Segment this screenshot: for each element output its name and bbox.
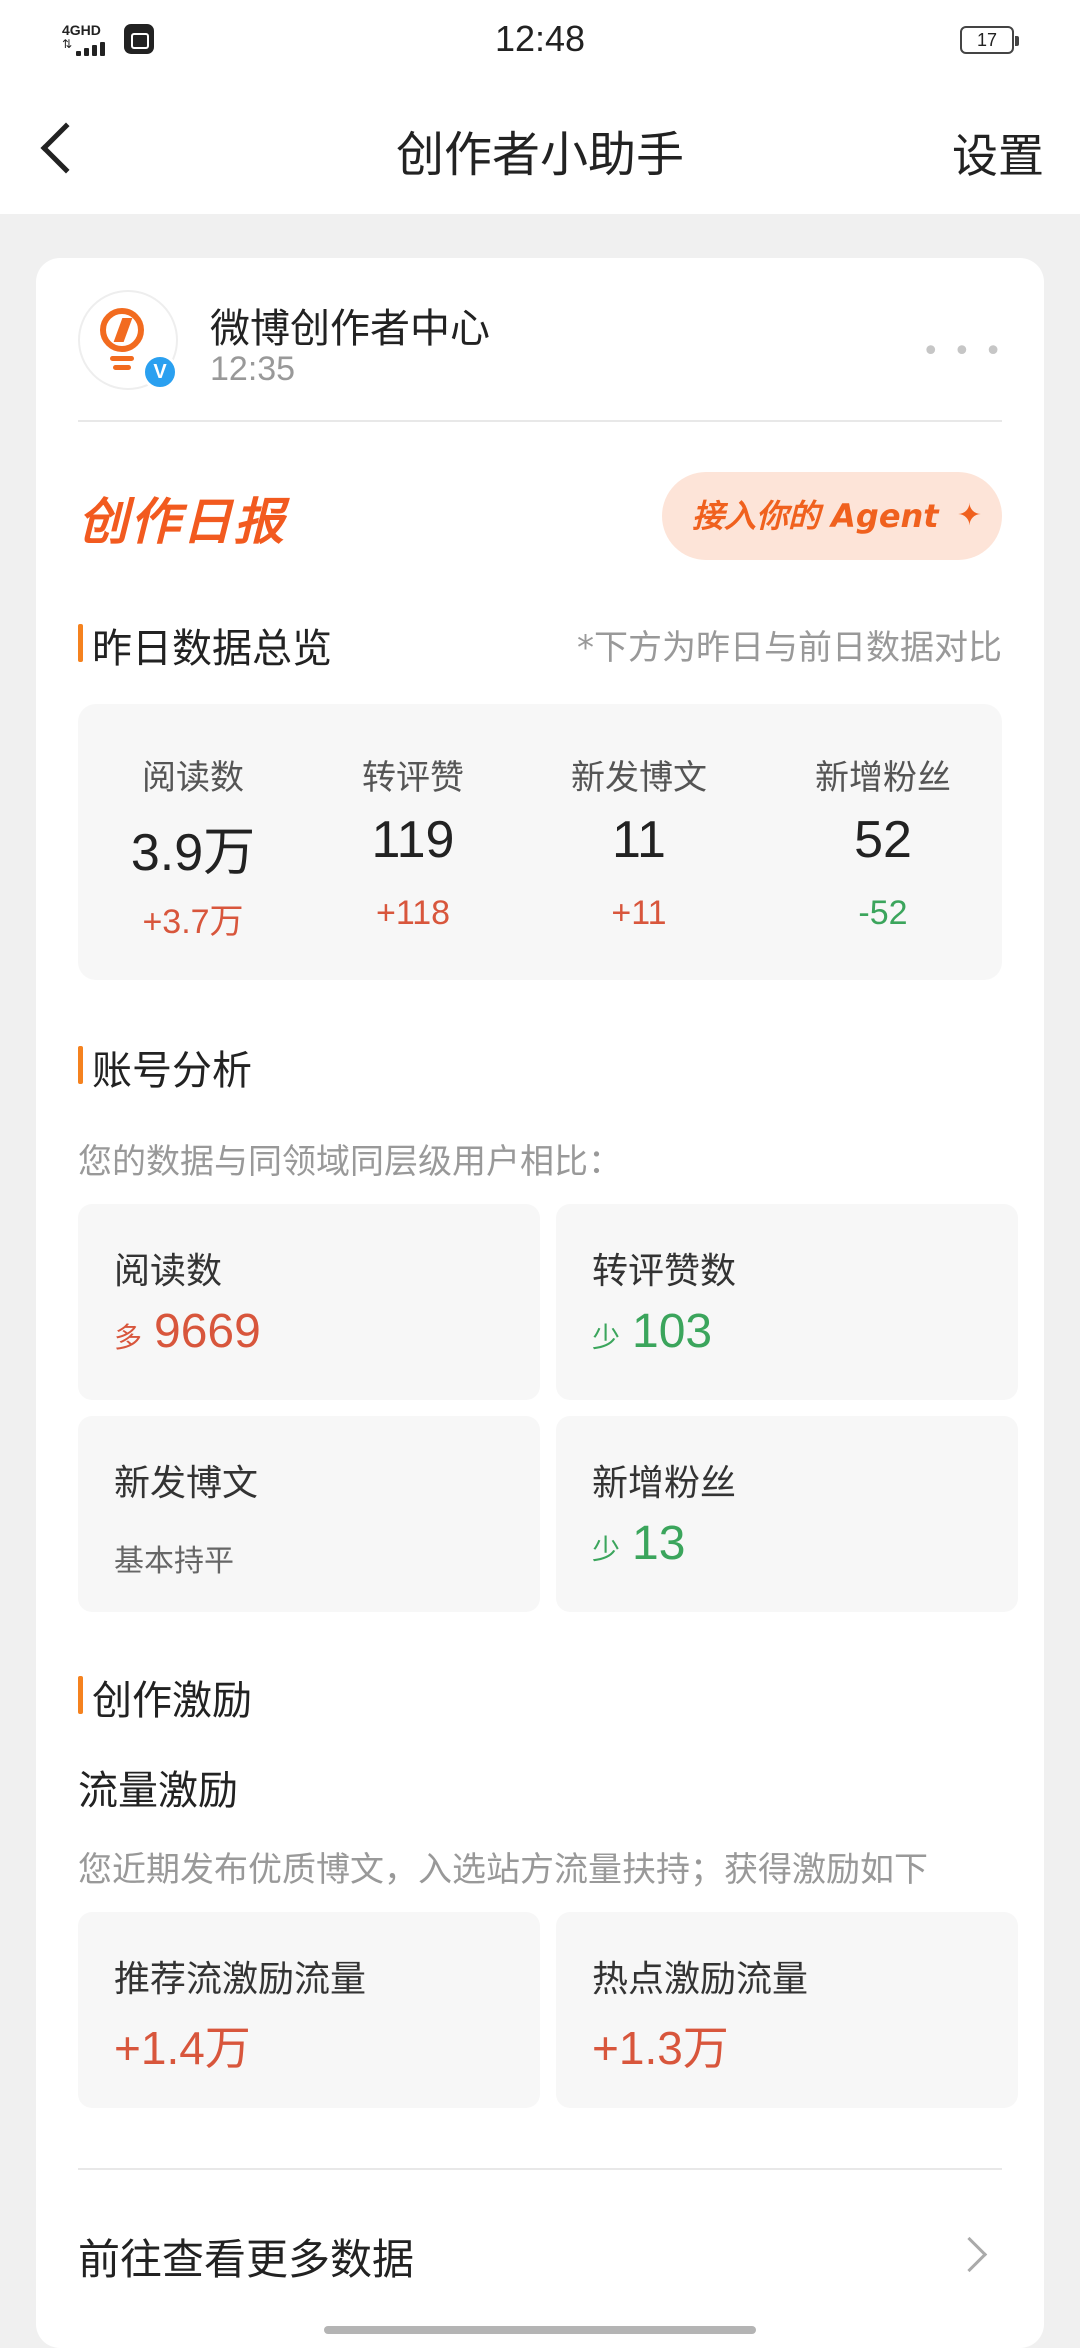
- top-bar: 4GHD ⇅ 12:48 17 创作者小助手 设置: [0, 0, 1080, 214]
- tile-label: 热点激励流量: [592, 1959, 809, 2000]
- compare-value: 9669: [154, 1305, 261, 1358]
- tile-value: 少 13: [592, 1516, 685, 1571]
- stat-label: 新增粉丝: [815, 758, 951, 798]
- compare-flat: 基本持平: [114, 1544, 234, 1579]
- stat-engagement[interactable]: 转评赞 119 +118: [298, 704, 528, 980]
- overview-title: 昨日数据总览: [78, 616, 332, 674]
- chevron-right-icon[interactable]: [951, 2236, 988, 2273]
- stat-new-posts[interactable]: 新发博文 11 +11: [524, 704, 754, 980]
- connect-agent-button[interactable]: 接入你的 Agent ✦: [662, 472, 1002, 560]
- more-data-link[interactable]: 前往查看更多数据: [78, 2226, 414, 2287]
- more-options-icon[interactable]: • • •: [922, 334, 1004, 369]
- settings-button[interactable]: 设置: [952, 120, 1044, 186]
- incentive-value: +1.3万: [592, 2022, 729, 2074]
- status-bar: 4GHD ⇅ 12:48 17: [0, 0, 1080, 84]
- compare-tag: 少: [592, 1533, 621, 1566]
- analysis-tile-new-followers[interactable]: 新增粉丝 少 13: [556, 1416, 1018, 1612]
- tile-value: +1.4万: [114, 2012, 251, 2078]
- avatar[interactable]: V: [78, 290, 178, 390]
- incentive-subtitle: 流量激励: [78, 1768, 238, 1814]
- compare-tag: 多: [114, 1321, 143, 1354]
- page-title: 创作者小助手: [395, 127, 684, 183]
- stat-delta: -52: [858, 894, 908, 932]
- tile-label: 新增粉丝: [592, 1463, 737, 1504]
- stat-label: 新发博文: [571, 758, 707, 798]
- analysis-tile-new-posts[interactable]: 新发博文 基本持平: [78, 1416, 540, 1612]
- stat-label: 阅读数: [142, 758, 244, 798]
- lightbulb-icon: [100, 308, 144, 352]
- sender-name[interactable]: 微博创作者中心: [210, 296, 490, 354]
- daily-report-title: 创作日报: [78, 493, 286, 551]
- home-indicator[interactable]: [324, 2326, 756, 2334]
- battery-icon: 17: [960, 26, 1019, 54]
- stat-delta: +118: [375, 894, 451, 932]
- tile-value: +1.3万: [592, 2012, 729, 2078]
- tile-value: 少 103: [592, 1304, 712, 1359]
- analysis-note: 您的数据与同领域同层级用户相比：: [78, 1142, 622, 1182]
- compare-tag: 少: [592, 1321, 621, 1354]
- tile-value: 多 9669: [114, 1304, 261, 1359]
- connect-agent-label: 接入你的 Agent: [692, 497, 939, 535]
- incentive-title: 创作激励: [78, 1668, 252, 1726]
- incentive-tile-recommend[interactable]: 推荐流激励流量 +1.4万: [78, 1912, 540, 2108]
- incentive-value: +1.4万: [114, 2022, 251, 2074]
- stat-value: 11: [612, 811, 666, 869]
- stat-delta: +3.7万: [142, 903, 244, 941]
- message-time: 12:35: [210, 350, 296, 388]
- message-card: V 微博创作者中心 12:35 • • • 创作日报 接入你的 Agent ✦ …: [36, 258, 1044, 2348]
- divider: [78, 420, 1002, 422]
- analysis-tile-engagement[interactable]: 转评赞数 少 103: [556, 1204, 1018, 1400]
- tile-label: 推荐流激励流量: [114, 1959, 367, 2000]
- status-time: 12:48: [494, 18, 586, 59]
- compare-value: 13: [632, 1517, 686, 1570]
- tile-label: 新发博文: [114, 1463, 259, 1504]
- incentive-note: 您近期发布优质博文，入选站方流量扶持；获得激励如下: [78, 1850, 928, 1890]
- stat-value: 52: [854, 811, 912, 869]
- stat-reads[interactable]: 阅读数 3.9万 +3.7万: [78, 704, 308, 980]
- stat-new-followers[interactable]: 新增粉丝 52 -52: [768, 704, 998, 980]
- analysis-title: 账号分析: [78, 1038, 252, 1096]
- stat-delta: +11: [611, 894, 667, 932]
- sparkle-icon: ✦: [956, 498, 982, 533]
- verified-badge-icon: V: [142, 354, 178, 390]
- tile-label: 转评赞数: [592, 1251, 737, 1292]
- incentive-tile-hot[interactable]: 热点激励流量 +1.3万: [556, 1912, 1018, 2108]
- stat-value: 3.9万: [130, 824, 256, 882]
- stat-value: 119: [371, 811, 455, 869]
- divider: [78, 2168, 1002, 2170]
- stat-label: 转评赞: [362, 758, 464, 798]
- tile-label: 阅读数: [114, 1251, 223, 1292]
- overview-stats: 阅读数 3.9万 +3.7万 转评赞 119 +118 新发博文 11 +11 …: [78, 704, 1002, 980]
- analysis-tile-reads[interactable]: 阅读数 多 9669: [78, 1204, 540, 1400]
- overview-note: *下方为昨日与前日数据对比: [577, 628, 1002, 668]
- compare-value: 103: [632, 1305, 713, 1358]
